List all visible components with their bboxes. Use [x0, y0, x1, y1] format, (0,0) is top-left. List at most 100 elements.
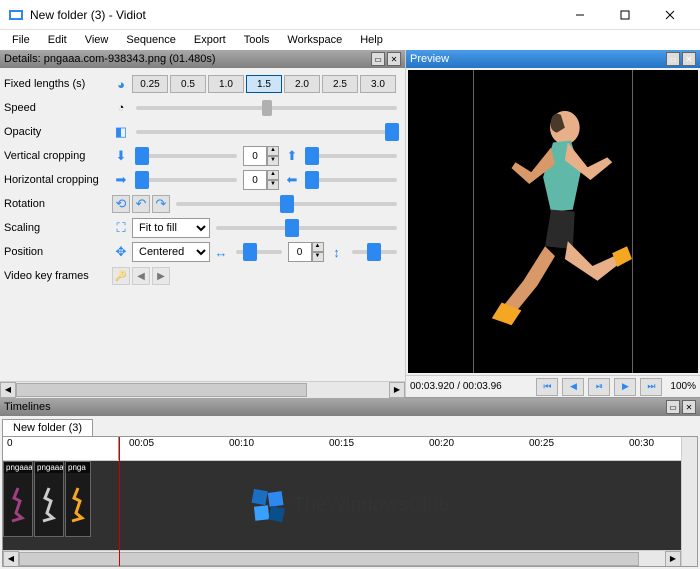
preview-dock-button[interactable]: ▭	[666, 52, 680, 66]
position-up-arrow[interactable]: ▲	[312, 242, 324, 252]
menu-view[interactable]: View	[77, 32, 117, 48]
vcrop-label: Vertical cropping	[4, 150, 108, 162]
preview-panel: Preview ▭ ✕	[406, 50, 700, 397]
rotation-cw-button[interactable]: ↷	[152, 195, 170, 213]
menu-edit[interactable]: Edit	[40, 32, 75, 48]
length-option-0[interactable]: 0.25	[132, 75, 168, 93]
scaling-slider[interactable]	[216, 226, 397, 230]
hcrop-left-icon[interactable]: ⬅	[283, 171, 301, 189]
position-label: Position	[4, 246, 108, 258]
menu-file[interactable]: File	[4, 32, 38, 48]
keyframe-next-button[interactable]: ▶	[152, 267, 170, 285]
watermark-text: TheWindowsClub	[293, 494, 450, 517]
rotation-reset-button[interactable]: ⟲	[112, 195, 130, 213]
timeline-hscroll-right[interactable]: ▶	[665, 551, 681, 567]
play-button[interactable]: ⏯	[588, 378, 610, 396]
details-dock-button[interactable]: ▭	[371, 52, 385, 66]
vcrop-spinner[interactable]: ▲▼	[243, 146, 281, 166]
menu-sequence[interactable]: Sequence	[118, 32, 184, 48]
menu-help[interactable]: Help	[352, 32, 391, 48]
details-close-button[interactable]: ✕	[387, 52, 401, 66]
hcrop-slider-left[interactable]	[136, 178, 237, 182]
details-panel: Details: pngaaa.com-938343.png (01.480s)…	[0, 50, 406, 397]
timelines-dock-button[interactable]: ▭	[666, 400, 680, 414]
length-option-1[interactable]: 0.5	[170, 75, 206, 93]
timelines-header: Timelines ▭ ✕	[0, 398, 700, 416]
scaling-icon: ⛶	[112, 219, 130, 237]
app-icon	[8, 7, 24, 23]
speed-slider[interactable]	[136, 106, 397, 110]
hscroll-left-button[interactable]: ◀	[0, 382, 16, 398]
position-slider-y[interactable]	[352, 250, 398, 254]
goto-end-button[interactable]: ⏭	[640, 378, 662, 396]
timeline-hscrollbar[interactable]: ◀ ▶	[3, 550, 681, 566]
position-down-arrow[interactable]: ▼	[312, 252, 324, 262]
vcrop-up-icon[interactable]: ⬆	[283, 147, 301, 165]
position-slider-x[interactable]	[236, 250, 282, 254]
clip-1-label: pngaaa	[35, 462, 63, 473]
close-button[interactable]	[647, 0, 692, 30]
clip-1[interactable]: pngaaa	[34, 461, 64, 537]
menu-tools[interactable]: Tools	[236, 32, 278, 48]
timelines-close-button[interactable]: ✕	[682, 400, 696, 414]
position-spinner[interactable]: ▲▼	[288, 242, 326, 262]
timeline-tracks[interactable]: pngaaa pngaaa pnga TheWindowsClub	[3, 461, 697, 550]
keyframe-prev-button[interactable]: ◀	[132, 267, 150, 285]
hcrop-spinner[interactable]: ▲▼	[243, 170, 281, 190]
hscroll-right-button[interactable]: ▶	[389, 382, 405, 398]
preview-header: Preview ▭ ✕	[406, 50, 700, 68]
vcrop-value[interactable]	[243, 146, 267, 166]
timeline-hscroll-left[interactable]: ◀	[3, 551, 19, 567]
length-option-3[interactable]: 1.5	[246, 75, 282, 93]
clock-icon[interactable]: ◕	[112, 75, 130, 93]
timeline-body[interactable]: 0 00:05 00:10 00:15 00:20 00:25 00:30 pn…	[2, 436, 698, 567]
position-v-icon[interactable]: ↕	[328, 243, 346, 261]
ruler-mark-4: 00:25	[529, 438, 554, 449]
position-h-icon[interactable]: ↔	[212, 243, 230, 261]
playhead[interactable]	[119, 437, 120, 566]
hcrop-slider-right[interactable]	[307, 178, 397, 182]
menu-export[interactable]: Export	[186, 32, 234, 48]
hcrop-up-arrow[interactable]: ▲	[267, 170, 279, 180]
timeline-ruler[interactable]: 0 00:05 00:10 00:15 00:20 00:25 00:30	[3, 437, 697, 461]
rotation-slider[interactable]	[176, 202, 397, 206]
menubar: File Edit View Sequence Export Tools Wor…	[0, 30, 700, 50]
vcrop-slider-left[interactable]	[136, 154, 237, 158]
window-title: New folder (3) - Vidiot	[30, 8, 557, 22]
vcrop-down-arrow[interactable]: ▼	[267, 156, 279, 166]
maximize-button[interactable]	[602, 0, 647, 30]
preview-close-button[interactable]: ✕	[682, 52, 696, 66]
details-hscrollbar[interactable]: ◀ ▶	[0, 381, 405, 397]
minimize-button[interactable]	[557, 0, 602, 30]
clip-2-label: pnga	[66, 462, 90, 473]
goto-start-button[interactable]: ⏮	[536, 378, 558, 396]
opacity-slider[interactable]	[136, 130, 397, 134]
step-forward-button[interactable]: ▶	[614, 378, 636, 396]
length-option-5[interactable]: 2.5	[322, 75, 358, 93]
length-option-6[interactable]: 3.0	[360, 75, 396, 93]
vcrop-up-arrow[interactable]: ▲	[267, 146, 279, 156]
preview-title: Preview	[410, 53, 666, 65]
position-combo[interactable]: Centered	[132, 242, 210, 262]
rotation-ccw-button[interactable]: ↶	[132, 195, 150, 213]
ruler-mark-0: 00:05	[129, 438, 154, 449]
length-option-4[interactable]: 2.0	[284, 75, 320, 93]
position-move-icon[interactable]: ✥	[112, 243, 130, 261]
hcrop-down-arrow[interactable]: ▼	[267, 180, 279, 190]
timeline-tab[interactable]: New folder (3)	[2, 419, 93, 436]
timeline-vscrollbar[interactable]	[681, 437, 697, 566]
position-value[interactable]	[288, 242, 312, 262]
hcrop-right-icon[interactable]: ➡	[112, 171, 130, 189]
length-option-2[interactable]: 1.0	[208, 75, 244, 93]
clip-0[interactable]: pngaaa	[3, 461, 33, 537]
clip-2[interactable]: pnga	[65, 461, 91, 537]
menu-workspace[interactable]: Workspace	[279, 32, 350, 48]
keyframes-label: Video key frames	[4, 270, 108, 282]
scaling-combo[interactable]: Fit to fill	[132, 218, 210, 238]
time-display: 00:03.920 / 00:03.96	[410, 381, 532, 392]
vcrop-slider-right[interactable]	[307, 154, 397, 158]
vcrop-down-icon[interactable]: ⬇	[112, 147, 130, 165]
keyframe-add-button[interactable]: 🔑	[112, 267, 130, 285]
step-back-button[interactable]: ◀	[562, 378, 584, 396]
hcrop-value[interactable]	[243, 170, 267, 190]
